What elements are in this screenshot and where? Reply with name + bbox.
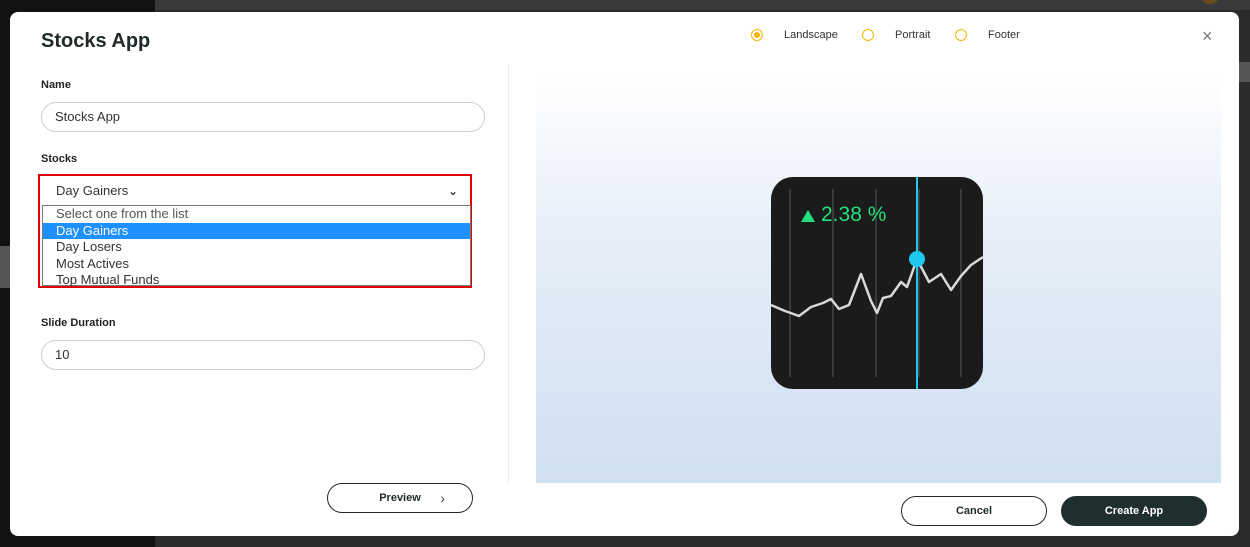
dialog-title: Stocks App [41, 30, 151, 52]
cancel-button[interactable]: Cancel [901, 496, 1047, 526]
radio-landscape[interactable]: Landscape [751, 29, 838, 41]
name-input[interactable]: Stocks App [41, 102, 485, 132]
slide-duration-input[interactable]: 10 [41, 340, 485, 370]
background-header [155, 0, 1250, 10]
preview-panel: 2.38 % [536, 72, 1221, 483]
dropdown-option[interactable]: Most Actives [43, 256, 470, 273]
slide-duration-label: Slide Duration [41, 317, 116, 329]
create-app-dialog: Stocks App × Landscape Portrait Footer N… [10, 12, 1239, 536]
radio-checked-icon [751, 29, 763, 41]
background-item [1238, 62, 1250, 82]
stocks-app-icon: 2.38 % [771, 177, 983, 389]
radio-label: Footer [988, 29, 1020, 41]
name-label: Name [41, 79, 71, 91]
stocks-selected-value: Day Gainers [56, 183, 129, 198]
radio-label: Landscape [784, 29, 838, 41]
create-app-button[interactable]: Create App [1061, 496, 1207, 526]
stocks-dropdown-list: Select one from the list Day Gainers Day… [42, 205, 471, 289]
chevron-right-icon: › [440, 490, 445, 506]
stocks-select-highlight: Day Gainers ⌄ Select one from the list D… [38, 174, 472, 288]
dropdown-option[interactable]: Top Mutual Funds [43, 272, 470, 289]
close-icon[interactable]: × [1202, 26, 1213, 47]
radio-unchecked-icon [955, 29, 967, 41]
dropdown-option[interactable]: Day Losers [43, 239, 470, 256]
chevron-down-icon: ⌄ [447, 184, 458, 198]
icon-change-text: 2.38 % [821, 203, 886, 226]
preview-button-label: Preview [379, 492, 421, 504]
column-divider [508, 64, 509, 484]
stocks-select[interactable]: Day Gainers ⌄ [42, 178, 468, 204]
radio-unchecked-icon [862, 29, 874, 41]
stocks-label: Stocks [41, 153, 78, 165]
radio-portrait[interactable]: Portrait [862, 29, 930, 41]
dropdown-option[interactable]: Select one from the list [43, 206, 470, 223]
preview-button[interactable]: Preview › [327, 483, 473, 513]
icon-marker-dot [909, 251, 925, 267]
radio-footer[interactable]: Footer [955, 29, 1020, 41]
radio-label: Portrait [895, 29, 931, 41]
dropdown-option-selected[interactable]: Day Gainers [43, 222, 470, 239]
background-item [0, 246, 10, 288]
